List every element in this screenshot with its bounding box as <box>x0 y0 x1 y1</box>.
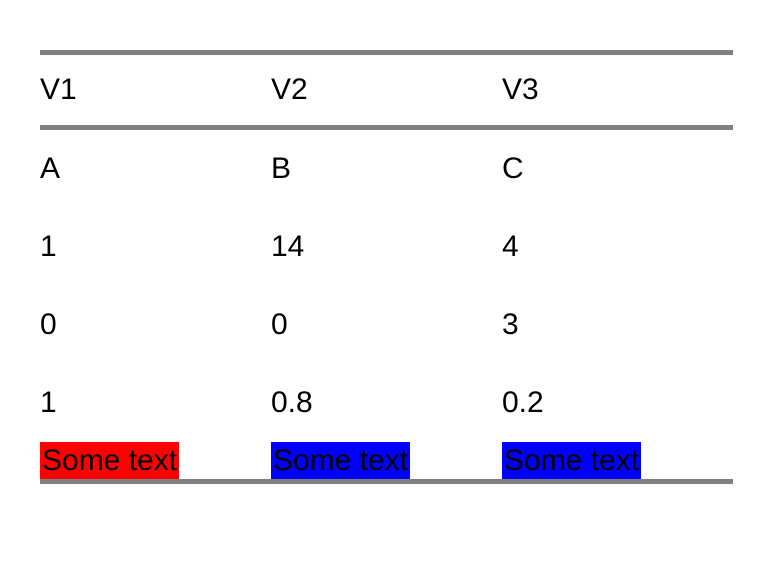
table-cell: 4 <box>502 208 733 286</box>
table-header-cell: V1 <box>40 53 271 128</box>
table-header-cell: V2 <box>271 53 502 128</box>
table-highlighted-cell: Some text <box>40 442 271 482</box>
table-cell: B <box>271 128 502 209</box>
table-cell: 0.2 <box>502 364 733 442</box>
table-row: 0 0 3 <box>40 286 733 364</box>
table-row: A B C <box>40 128 733 209</box>
table-header-row: V1 V2 V3 <box>40 53 733 128</box>
table-cell: C <box>502 128 733 209</box>
highlight-red-text: Some text <box>40 442 179 479</box>
table-row: 1 14 4 <box>40 208 733 286</box>
table-cell: 3 <box>502 286 733 364</box>
table-header-cell: V3 <box>502 53 733 128</box>
table-cell: 0 <box>271 286 502 364</box>
table-highlighted-row: Some text Some text Some text <box>40 442 733 482</box>
table-cell: 1 <box>40 364 271 442</box>
table-highlighted-cell: Some text <box>502 442 733 482</box>
table-cell: A <box>40 128 271 209</box>
table-highlighted-cell: Some text <box>271 442 502 482</box>
table-cell: 0.8 <box>271 364 502 442</box>
table-cell: 0 <box>40 286 271 364</box>
highlight-blue-text: Some text <box>502 442 641 479</box>
table-cell: 14 <box>271 208 502 286</box>
table-row: 1 0.8 0.2 <box>40 364 733 442</box>
highlight-blue-text: Some text <box>271 442 410 479</box>
data-table: V1 V2 V3 A B C 1 14 4 0 0 3 1 <box>40 50 733 484</box>
table-cell: 1 <box>40 208 271 286</box>
data-table-container: V1 V2 V3 A B C 1 14 4 0 0 3 1 <box>40 50 733 484</box>
